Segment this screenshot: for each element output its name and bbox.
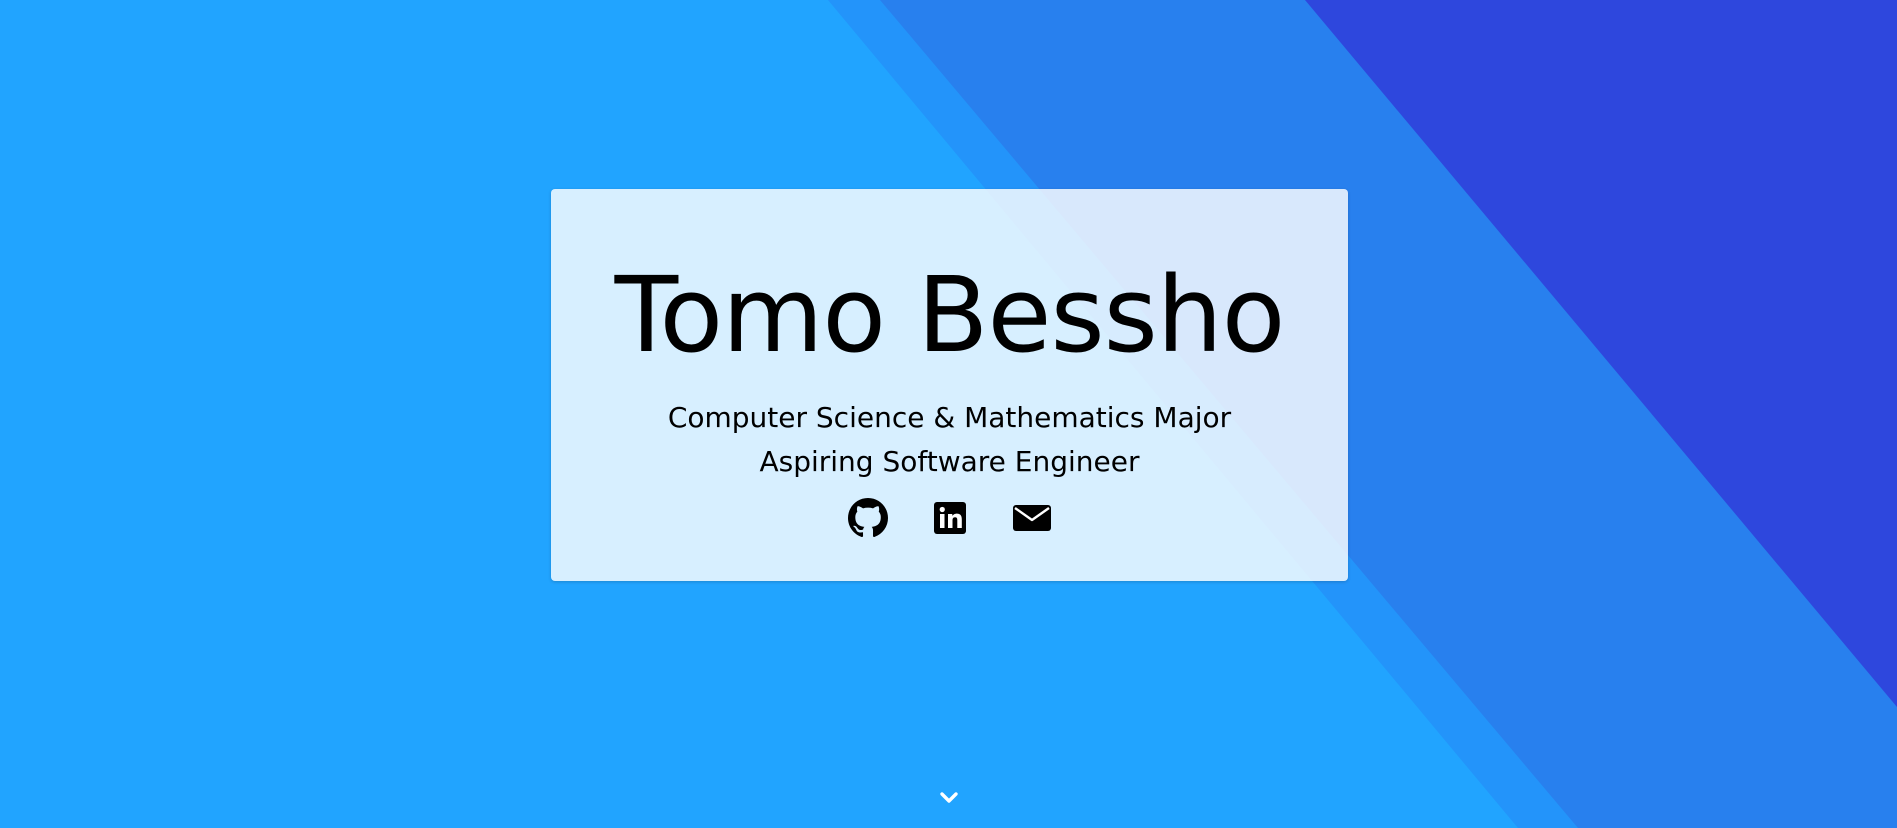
subtitle-major: Computer Science & Mathematics Major: [667, 401, 1232, 434]
chevron-down-icon: [940, 792, 958, 803]
envelope-icon: [1012, 505, 1051, 531]
linkedin-link[interactable]: [930, 498, 970, 538]
email-link[interactable]: [1012, 498, 1052, 538]
linkedin-icon: [933, 502, 966, 534]
hero-section: Tomo Bessho Computer Science & Mathemati…: [0, 0, 1897, 828]
social-links: [551, 498, 1348, 538]
intro-card: Tomo Bessho Computer Science & Mathemati…: [551, 189, 1348, 581]
github-icon: [847, 498, 888, 538]
scroll-down-button[interactable]: [937, 787, 961, 809]
github-link[interactable]: [847, 498, 888, 538]
page-title: Tomo Bessho: [614, 254, 1286, 376]
subtitle-career: Aspiring Software Engineer: [759, 445, 1140, 478]
